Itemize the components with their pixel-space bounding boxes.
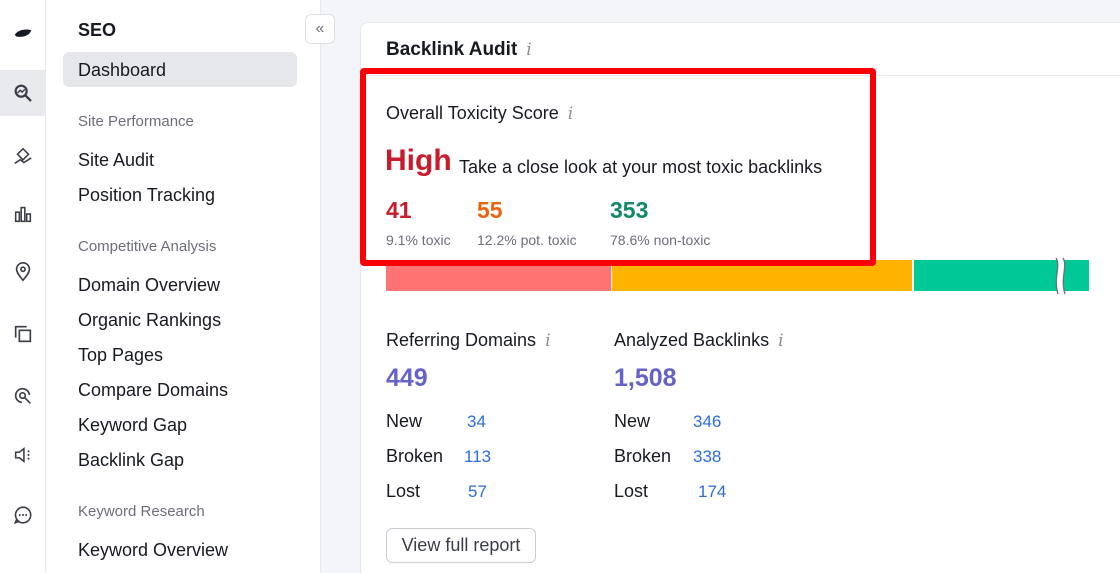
sidebar-item-compare-domains[interactable]: Compare Domains: [78, 380, 228, 401]
semrush-logo-icon[interactable]: [0, 10, 46, 56]
sidebar-item-backlink-gap[interactable]: Backlink Gap: [78, 450, 184, 471]
card-header: Backlink Audit i: [386, 39, 532, 61]
sidebar-item-keyword-overview[interactable]: Keyword Overview: [78, 540, 228, 561]
rd-broken-label: Broken: [386, 446, 444, 466]
referring-domains-label: Referring Domains: [386, 330, 537, 350]
collapse-sidebar-button[interactable]: «: [305, 14, 335, 44]
referring-domains-value[interactable]: 449: [386, 364, 428, 393]
ab-new-value[interactable]: 346: [693, 412, 721, 432]
info-icon[interactable]: i: [778, 331, 783, 351]
referring-domains-heading: Referring Domains i: [386, 330, 551, 351]
rd-lost-label: Lost: [386, 481, 421, 501]
info-icon[interactable]: i: [526, 40, 531, 60]
highlight-box: [360, 68, 876, 266]
rd-lost-value[interactable]: 57: [468, 482, 487, 502]
sidebar-item-top-pages[interactable]: Top Pages: [78, 345, 163, 366]
analyzed-backlinks-heading: Analyzed Backlinks i: [614, 330, 784, 351]
sidebar-section-competitive-analysis: Competitive Analysis: [78, 238, 217, 255]
view-full-report-button[interactable]: View full report: [386, 528, 536, 563]
social-icon[interactable]: [0, 432, 46, 478]
ab-lost-label: Lost: [614, 481, 649, 501]
sidebar-section-keyword-research: Keyword Research: [78, 503, 205, 520]
double-chevron-left-icon: «: [315, 20, 325, 37]
ab-broken-value[interactable]: 338: [693, 447, 721, 467]
content-icon[interactable]: [0, 311, 46, 357]
sidebar-item-keyword-gap[interactable]: Keyword Gap: [78, 415, 187, 436]
chat-icon[interactable]: [0, 492, 46, 538]
info-icon[interactable]: i: [545, 331, 550, 351]
local-icon[interactable]: [0, 134, 46, 180]
seo-sidebar: SEO Dashboard Site Performance Site Audi…: [46, 0, 321, 573]
reports-icon[interactable]: [0, 552, 46, 573]
sidebar-item-dashboard-label[interactable]: Dashboard: [78, 60, 166, 81]
rd-new-value[interactable]: 34: [467, 412, 486, 432]
rd-broken-value[interactable]: 113: [464, 447, 491, 467]
ai-icon[interactable]: [0, 373, 46, 419]
ab-broken-label: Broken: [614, 446, 672, 466]
ab-lost-value[interactable]: 174: [698, 482, 726, 502]
axis-break-icon: [1055, 257, 1066, 295]
sidebar-item-position-tracking[interactable]: Position Tracking: [78, 185, 215, 206]
seo-icon[interactable]: [0, 70, 46, 116]
sidebar-item-site-audit[interactable]: Site Audit: [78, 150, 154, 171]
ab-new-label: New: [614, 411, 651, 431]
card-title: Backlink Audit: [386, 39, 518, 60]
analyzed-backlinks-label: Analyzed Backlinks: [614, 330, 770, 350]
analyzed-backlinks-value[interactable]: 1,508: [614, 364, 677, 393]
location-pin-icon[interactable]: [0, 249, 46, 295]
icon-rail: [0, 0, 46, 573]
sidebar-item-organic-rankings[interactable]: Organic Rankings: [78, 310, 221, 331]
sidebar-title: SEO: [78, 20, 117, 40]
rd-new-label: New: [386, 411, 423, 431]
advertising-icon[interactable]: [0, 191, 46, 237]
sidebar-section-site-performance: Site Performance: [78, 113, 194, 130]
sidebar-item-domain-overview[interactable]: Domain Overview: [78, 275, 220, 296]
